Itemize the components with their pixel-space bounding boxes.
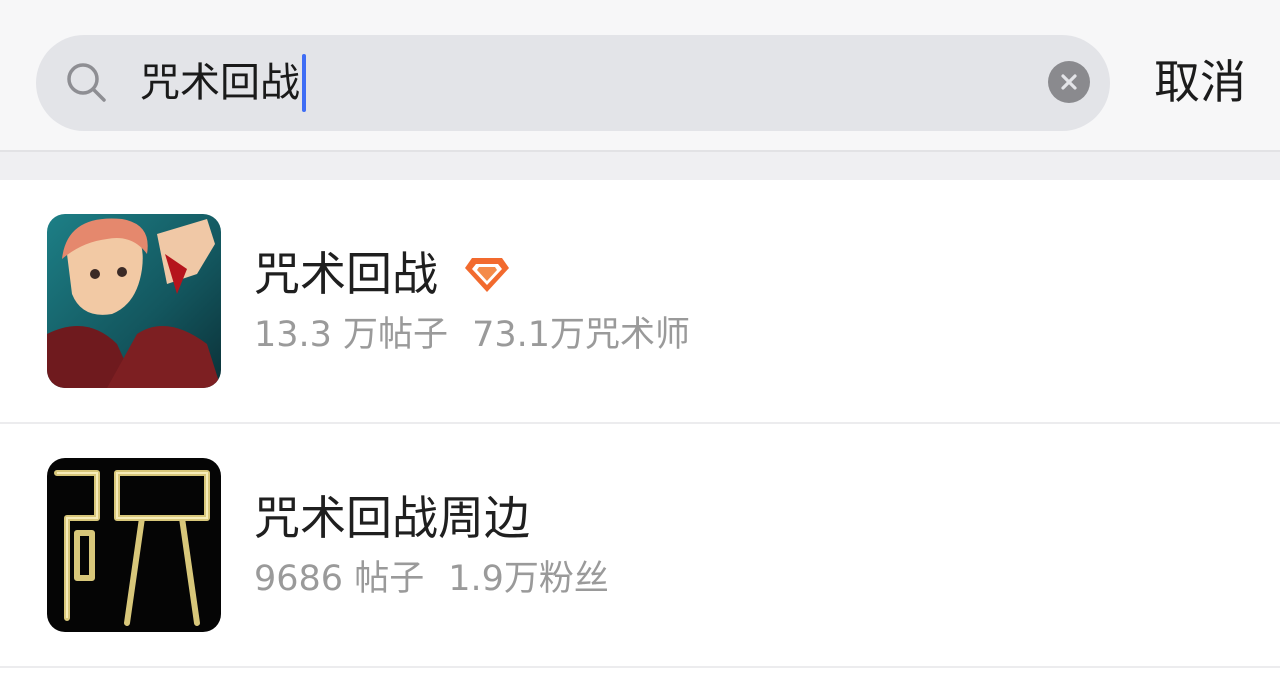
follower-count: 73.1万咒术师 bbox=[472, 315, 690, 355]
clear-search-button[interactable] bbox=[1048, 61, 1090, 103]
cancel-button[interactable]: 取消 bbox=[1154, 52, 1246, 112]
search-result-item[interactable]: 咒术回战周边 9686 帖子 1.9万粉丝 bbox=[0, 424, 1280, 668]
post-count: 9686 帖子 bbox=[254, 559, 425, 599]
result-title-text: 咒术回战周边 bbox=[254, 491, 530, 545]
glowing-calligraphy-avatar bbox=[47, 458, 221, 632]
section-divider bbox=[0, 150, 1280, 180]
anime-character-avatar bbox=[47, 214, 221, 388]
search-result-item[interactable]: 咒术回战 13.3 万帖子 73.1万咒术师 bbox=[0, 180, 1280, 424]
search-icon bbox=[67, 63, 106, 102]
post-count: 13.3 万帖子 bbox=[254, 315, 449, 355]
result-title: 咒术回战 bbox=[254, 244, 512, 304]
search-query-text: 咒术回战 bbox=[140, 60, 300, 106]
result-title-text: 咒术回战 bbox=[254, 247, 438, 301]
close-icon bbox=[1061, 74, 1077, 90]
text-cursor bbox=[302, 54, 306, 112]
result-stats: 13.3 万帖子 73.1万咒术师 bbox=[254, 313, 690, 357]
diamond-icon bbox=[465, 258, 509, 292]
result-title: 咒术回战周边 bbox=[254, 488, 530, 548]
follower-count: 1.9万粉丝 bbox=[448, 559, 609, 599]
result-stats: 9686 帖子 1.9万粉丝 bbox=[254, 557, 609, 601]
search-input[interactable]: 咒术回战 bbox=[140, 54, 306, 112]
